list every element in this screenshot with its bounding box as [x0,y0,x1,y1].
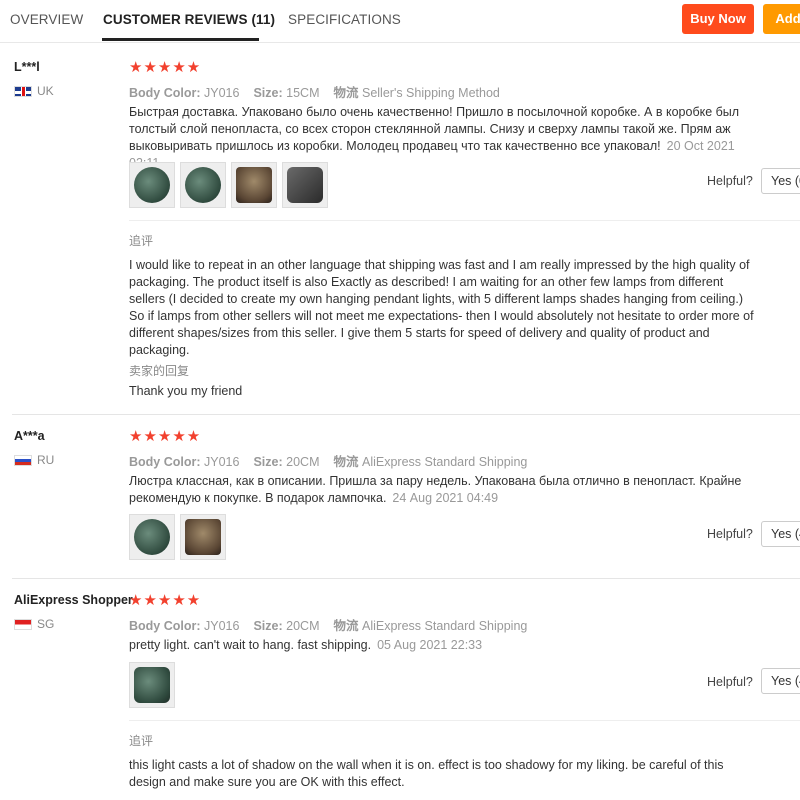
followup-text: I would like to repeat in an other langu… [129,258,754,357]
helpful-label: Helpful? [707,675,753,689]
buy-now-button[interactable]: Buy Now [682,4,754,34]
helpful-label: Helpful? [707,527,753,541]
reviewer-name: AliExpress Shopper [14,593,133,607]
review-photos [129,662,180,708]
star-rating: ★★★★★ [129,428,202,445]
helpful-yes-button[interactable]: Yes (0) [761,168,800,194]
tab-overview[interactable]: OVERVIEW [10,12,83,27]
review-divider [12,578,800,579]
review-text: pretty light. can't wait to hang. fast s… [129,638,483,652]
star-rating: ★★★★★ [129,592,202,609]
add-to-cart-button[interactable]: Add [763,4,800,34]
helpful-label: Helpful? [707,174,753,188]
review-photo-thumbnail[interactable] [129,514,175,560]
reviewer-name: A***a [14,429,45,443]
review-photo-thumbnail[interactable] [231,162,277,208]
followup-label: 追评 [129,734,154,748]
ru-flag-icon [14,454,32,466]
review-photos [129,514,231,560]
tab-specifications[interactable]: SPECIFICATIONS [288,12,401,27]
review-photo-thumbnail[interactable] [129,162,175,208]
followup-divider [129,720,800,721]
review-tabbar: OVERVIEW CUSTOMER REVIEWS (11) SPECIFICA… [0,0,800,43]
review-divider [12,414,800,415]
seller-reply-text: Thank you my friend [129,384,243,398]
sg-flag-icon [14,618,32,630]
reviewer-country: RU [14,453,54,467]
review-photo-thumbnail[interactable] [129,662,175,708]
review-date: 05 Aug 2021 22:33 [377,638,483,652]
review-photo-thumbnail[interactable] [282,162,328,208]
review-meta: Body Color: JY016 Size: 20CM 物流 AliExpress… [129,455,528,469]
reviewer-name: L***l [14,60,40,74]
star-rating: ★★★★★ [129,59,202,76]
reviewer-country: UK [14,84,54,98]
reviewer-country: SG [14,617,54,631]
tab-customer-reviews[interactable]: CUSTOMER REVIEWS (11) [103,12,275,27]
seller-reply-label: 卖家的回复 [129,364,190,378]
review-meta: Body Color: JY016 Size: 20CM 物流 AliExpress… [129,619,528,633]
helpful-yes-button[interactable]: Yes (4) [761,521,800,547]
followup-label: 追评 [129,234,154,248]
active-tab-indicator [102,38,259,41]
review-photo-thumbnail[interactable] [180,162,226,208]
review-photos [129,162,333,208]
followup-divider [129,220,800,221]
helpful-yes-button[interactable]: Yes (4) [761,668,800,694]
uk-flag-icon [14,85,32,97]
review-date: 24 Aug 2021 04:49 [392,491,499,505]
review-meta: Body Color: JY016 Size: 15CM 物流 Seller's S… [129,86,500,100]
review-text: Люстра классная, как в описании. Пришла … [129,474,742,505]
followup-text: this light casts a lot of shadow on the … [129,758,724,789]
review-photo-thumbnail[interactable] [180,514,226,560]
